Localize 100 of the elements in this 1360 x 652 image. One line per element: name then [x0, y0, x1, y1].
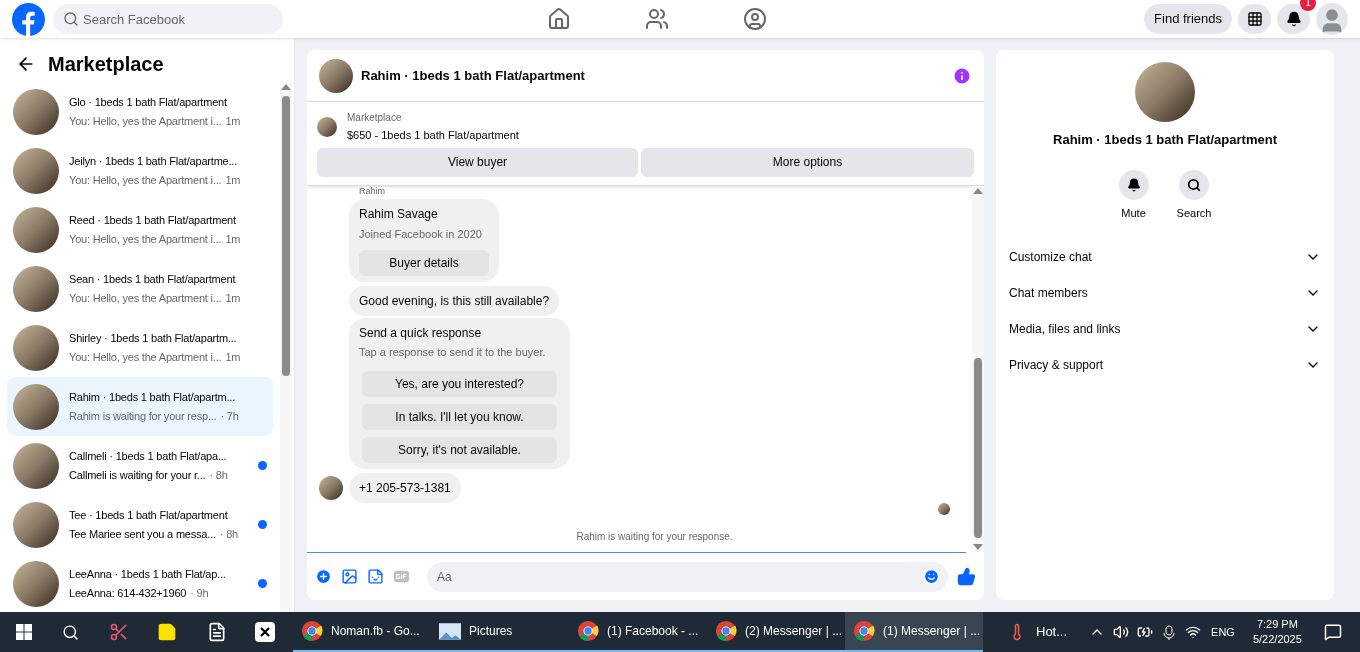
profile-avatar[interactable]: [1316, 3, 1348, 35]
battery-icon[interactable]: [1137, 624, 1154, 640]
sender-label: Rahim: [359, 185, 386, 197]
conversation-time: · 9h: [190, 586, 209, 601]
clock-date[interactable]: 5/22/2025: [1252, 632, 1302, 647]
conversation-title: Shirley · 1beds 1 bath Flat/apartm...: [69, 330, 237, 346]
wifi-icon[interactable]: [1185, 624, 1202, 640]
snipping-icon[interactable]: [109, 622, 129, 642]
message-bubble: +1 205-573-1381: [349, 472, 461, 503]
volume-icon[interactable]: [1113, 624, 1130, 640]
conversation-title: Glo · 1beds 1 bath Flat/apartment: [69, 94, 227, 110]
listing-label: Marketplace: [347, 111, 403, 125]
menu-icon: [1246, 11, 1263, 27]
conversation-preview: You: Hello, yes the Apartment i...: [69, 350, 222, 365]
conversation-preview: Rahim is waiting for your resp...: [69, 409, 217, 424]
details-section[interactable]: Media, files and links: [1009, 311, 1321, 347]
conversation-item[interactable]: Glo · 1beds 1 bath Flat/apartment You: Hello, yes the Apartment i... 1m: [7, 82, 273, 141]
conversation-time: · 8h: [219, 527, 238, 542]
taskbar-task[interactable]: Pictures: [431, 612, 569, 652]
groups-icon[interactable]: [743, 7, 767, 31]
search-field[interactable]: Search Facebook: [53, 4, 283, 34]
language-indicator[interactable]: ENG: [1211, 623, 1235, 641]
windows-icon[interactable]: [16, 624, 32, 640]
taskbar-task[interactable]: Noman.fb - Go...: [293, 612, 431, 652]
quick-response-button[interactable]: Yes, are you interested?: [362, 370, 557, 397]
conversation-preview: Tee Mariee sent you a messa...: [69, 527, 216, 542]
conversation-item[interactable]: Shirley · 1beds 1 bath Flat/apartm... You: Hello, yes the Apartment i... 1m: [7, 318, 273, 377]
scrollbar[interactable]: [280, 82, 292, 612]
search-icon[interactable]: [62, 623, 79, 641]
search-button[interactable]: Search: [1176, 169, 1212, 221]
buyer-joined: Joined Facebook in 2020: [359, 226, 483, 242]
photo-placeholder: [13, 501, 59, 548]
conversation-title: Callmeli · 1beds 1 bath Flat/apa...: [69, 448, 227, 464]
listing-action-button[interactable]: More options: [641, 147, 974, 177]
conversation-preview: LeeAnna: 614-432+1960: [69, 586, 187, 601]
search-icon: [1187, 177, 1201, 192]
photo-placeholder: [13, 147, 59, 194]
find-friends-button[interactable]: Find friends: [1144, 4, 1232, 34]
conversation-preview: Callmeli is waiting for your r...: [69, 468, 206, 483]
message-bubble: Good evening, is this still available?: [349, 286, 560, 316]
notifications-button[interactable]: [1277, 4, 1310, 34]
menu-button[interactable]: [1238, 4, 1271, 34]
conversation-time: 1m: [225, 114, 241, 129]
conversation-preview: You: Hello, yes the Apartment i...: [69, 291, 222, 306]
app-icon[interactable]: [255, 622, 275, 642]
conversation-title: Jeilyn · 1beds 1 bath Flat/apartme...: [69, 153, 238, 169]
conversation-item[interactable]: Tee · 1beds 1 bath Flat/apartment Tee Mariee sent you a messa... · 8h: [7, 495, 273, 554]
quick-response-button[interactable]: Sorry, it's not available.: [362, 436, 557, 463]
scrollbar[interactable]: [972, 185, 984, 552]
conversation-item[interactable]: LeeAnna · 1beds 1 bath Flat/ap... LeeAnna: 614-432+1960 · 9h: [7, 554, 273, 612]
microphone-icon[interactable]: [1161, 624, 1178, 640]
home-icon[interactable]: [547, 7, 571, 31]
conversation-time: · 7h: [220, 409, 239, 424]
conversation-preview: You: Hello, yes the Apartment i...: [69, 232, 222, 247]
add-icon[interactable]: [315, 568, 332, 585]
waiting-status: Rahim is waiting for your response.: [575, 529, 734, 544]
notification-badge: 1: [1300, 0, 1316, 11]
photo-placeholder: [13, 324, 59, 371]
photo-placeholder: [13, 560, 59, 607]
scroll-down-icon[interactable]: [973, 544, 983, 550]
buyer-details-button[interactable]: Buyer details: [359, 250, 489, 276]
details-section[interactable]: Privacy & support: [1009, 347, 1321, 383]
weather-text[interactable]: Hot...: [1036, 622, 1068, 642]
photo-icon[interactable]: [341, 568, 358, 585]
conversation-item[interactable]: Reed · 1beds 1 bath Flat/apartment You: Hello, yes the Apartment i... 1m: [7, 200, 273, 259]
conversation-time: 1m: [225, 350, 241, 365]
thumbs-up-icon[interactable]: [957, 567, 976, 586]
taskbar-task[interactable]: (1) Messenger | ...: [845, 612, 983, 652]
browser-icon: [853, 620, 875, 642]
browser-icon: [715, 620, 737, 642]
photo-placeholder: [13, 88, 59, 135]
document-icon[interactable]: [207, 622, 227, 642]
photo-placeholder: [1135, 62, 1195, 122]
conversation-item[interactable]: Rahim · 1beds 1 bath Flat/apartm... Rahim is waiting for your resp... · 7h: [7, 377, 273, 436]
scroll-up-icon[interactable]: [973, 187, 983, 194]
photo-placeholder: [319, 58, 353, 93]
sticker-icon[interactable]: [367, 568, 384, 585]
conversation-preview: You: Hello, yes the Apartment i...: [69, 173, 222, 188]
buyer-name: Rahim Savage: [359, 205, 439, 223]
conversation-preview: You: Hello, yes the Apartment i...: [69, 114, 222, 129]
logo-icon[interactable]: [12, 2, 45, 36]
friends-icon[interactable]: [645, 7, 669, 31]
listing-action-button[interactable]: View buyer: [317, 147, 638, 177]
conversation-item[interactable]: Callmeli · 1beds 1 bath Flat/apa... Callmeli is waiting for your r... · 8h: [7, 436, 273, 495]
message-input-field[interactable]: Aa: [427, 561, 948, 592]
conversation-item[interactable]: Sean · 1beds 1 bath Flat/apartment You: Hello, yes the Apartment i... 1m: [7, 259, 273, 318]
read-receipt-avatar: [938, 502, 950, 515]
details-section[interactable]: Chat members: [1009, 275, 1321, 311]
conversation-item[interactable]: Jeilyn · 1beds 1 bath Flat/apartme... You: Hello, yes the Apartment i... 1m: [7, 141, 273, 200]
info-icon[interactable]: [952, 65, 972, 86]
notifications-icon[interactable]: [1323, 623, 1342, 641]
conversation-title: Tee · 1beds 1 bath Flat/apartment: [69, 507, 228, 523]
sticky-note-icon[interactable]: [157, 622, 177, 642]
scroll-up-icon[interactable]: [281, 84, 291, 90]
clock-time[interactable]: 7:29 PM: [1256, 617, 1298, 632]
conversation-title: Sean · 1beds 1 bath Flat/apartment: [69, 271, 236, 287]
taskbar-task[interactable]: (1) Facebook - ...: [569, 612, 707, 652]
conversation-time: 1m: [225, 173, 241, 188]
details-section[interactable]: Customize chat: [1009, 239, 1321, 275]
quick-response-button[interactable]: In talks. I'll let you know.: [362, 403, 557, 430]
